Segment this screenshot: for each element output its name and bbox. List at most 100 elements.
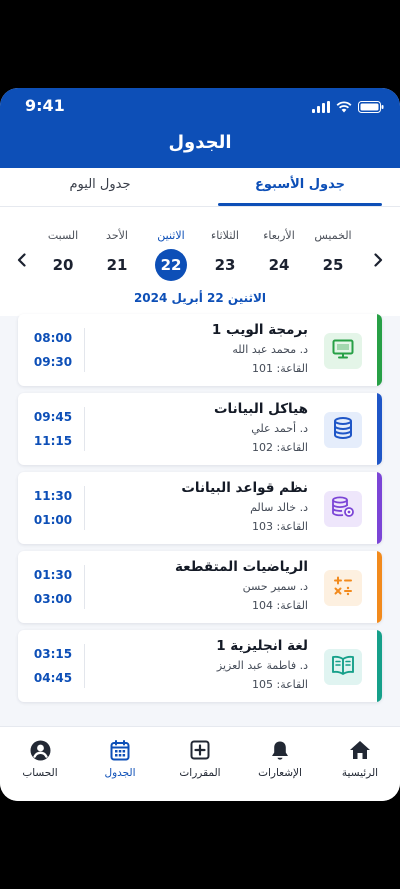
calculator-icon	[332, 575, 354, 601]
page-title: الجدول	[168, 132, 232, 153]
day-wednesday[interactable]: الأربعاء 24	[256, 229, 302, 277]
status-time: 9:41	[25, 96, 65, 115]
database-settings-icon	[331, 496, 355, 522]
teacher-name: د. خالد سالم	[250, 501, 308, 514]
bottom-nav: الرئيسية الإشعارات المقررات الجدول الحسا…	[0, 726, 400, 801]
calendar-icon	[82, 739, 158, 761]
app-screen: 9:41 الجدول جدول الأسبوع جدول اليوم الخم…	[0, 88, 400, 801]
nav-courses[interactable]: المقررات	[162, 727, 238, 801]
course-icon-box	[324, 412, 362, 448]
day-saturday[interactable]: السبت 20	[40, 229, 86, 277]
day-monday[interactable]: الاثنين 22	[148, 229, 194, 281]
course-name: هياكل البيانات	[213, 401, 308, 417]
day-number: 20	[52, 256, 74, 274]
class-card[interactable]: لغة انجليزية 1 د. فاطمة عبد العزيز القاع…	[18, 630, 382, 702]
book-icon	[331, 655, 355, 679]
class-info: الرياضيات المتقطعة د. سمير حسن القاعة: 1…	[108, 557, 308, 615]
nav-label: الرئيسية	[341, 767, 379, 779]
class-card[interactable]: نظم قواعد البيانات د. خالد سالم القاعة: …	[18, 472, 382, 544]
days-row: الخميس 25 الأربعاء 24 الثلاثاء 23 الاثني…	[40, 229, 356, 281]
bell-icon	[242, 739, 318, 761]
room-number: القاعة: 103	[252, 520, 308, 533]
start-time: 01:30	[33, 568, 73, 582]
teacher-name: د. محمد عبد الله	[232, 343, 308, 356]
divider	[84, 407, 85, 451]
tab-week-schedule[interactable]: جدول الأسبوع	[200, 168, 400, 206]
nav-account[interactable]: الحساب	[2, 727, 78, 801]
day-number: 24	[268, 256, 290, 274]
day-sunday[interactable]: الأحد 21	[94, 229, 140, 277]
day-number: 23	[214, 256, 236, 274]
chevron-right-icon	[373, 252, 383, 271]
tab-day-schedule[interactable]: جدول اليوم	[0, 168, 200, 206]
day-thursday[interactable]: الخميس 25	[310, 229, 356, 277]
class-card[interactable]: هياكل البيانات د. أحمد علي القاعة: 102 0…	[18, 393, 382, 465]
teacher-name: د. سمير حسن	[242, 580, 308, 593]
day-name: الأحد	[106, 229, 128, 242]
class-times: 03:15 04:45	[28, 642, 78, 690]
accent-bar	[377, 393, 382, 465]
plus-square-icon	[162, 739, 238, 761]
class-list: برمجة الويب 1 د. محمد عبد الله القاعة: 1…	[18, 314, 382, 709]
course-name: برمجة الويب 1	[211, 322, 308, 338]
signal-icon	[312, 98, 330, 117]
wifi-icon	[336, 98, 352, 117]
room-number: القاعة: 104	[252, 599, 308, 612]
class-times: 08:00 09:30	[28, 326, 78, 374]
status-icons	[312, 98, 384, 117]
end-time: 03:00	[33, 592, 73, 606]
day-name: الأربعاء	[263, 229, 295, 242]
course-icon-box	[324, 491, 362, 527]
week-strip: الخميس 25 الأربعاء 24 الثلاثاء 23 الاثني…	[0, 206, 400, 316]
course-icon-box	[324, 649, 362, 685]
day-number: 22	[155, 249, 187, 281]
end-time: 04:45	[33, 671, 73, 685]
class-info: برمجة الويب 1 د. محمد عبد الله القاعة: 1…	[108, 320, 308, 378]
class-times: 11:30 01:00	[28, 484, 78, 532]
divider	[84, 486, 85, 530]
class-info: نظم قواعد البيانات د. خالد سالم القاعة: …	[108, 478, 308, 536]
battery-icon	[358, 98, 384, 117]
accent-bar	[377, 472, 382, 544]
divider	[84, 328, 85, 372]
end-time: 09:30	[33, 355, 73, 369]
room-number: القاعة: 105	[252, 678, 308, 691]
class-card[interactable]: برمجة الويب 1 د. محمد عبد الله القاعة: 1…	[18, 314, 382, 386]
day-name: السبت	[47, 229, 79, 242]
start-time: 09:45	[33, 410, 73, 424]
next-week-button[interactable]	[368, 251, 388, 271]
teacher-name: د. فاطمة عبد العزيز	[216, 659, 308, 672]
course-name: لغة انجليزية 1	[216, 638, 308, 654]
nav-label: الحساب	[22, 767, 58, 779]
schedule-tabs: جدول الأسبوع جدول اليوم	[0, 168, 400, 206]
nav-notifications[interactable]: الإشعارات	[242, 727, 318, 801]
accent-bar	[377, 314, 382, 386]
room-number: القاعة: 102	[252, 441, 308, 454]
course-name: الرياضيات المتقطعة	[174, 559, 308, 575]
nav-home[interactable]: الرئيسية	[322, 727, 398, 801]
start-time: 11:30	[33, 489, 73, 503]
class-card[interactable]: الرياضيات المتقطعة د. سمير حسن القاعة: 1…	[18, 551, 382, 623]
chevron-left-icon	[17, 252, 27, 271]
teacher-name: د. أحمد علي	[251, 422, 308, 435]
course-icon-box	[324, 333, 362, 369]
course-icon-box	[324, 570, 362, 606]
day-name: الثلاثاء	[211, 229, 239, 242]
day-number: 25	[322, 256, 344, 274]
status-bar: 9:41	[0, 88, 400, 124]
accent-bar	[377, 630, 382, 702]
class-info: هياكل البيانات د. أحمد علي القاعة: 102	[108, 399, 308, 457]
header: 9:41 الجدول	[0, 88, 400, 168]
class-times: 01:30 03:00	[28, 563, 78, 611]
nav-label: المقررات	[179, 767, 221, 779]
home-icon	[322, 739, 398, 761]
end-time: 11:15	[33, 434, 73, 448]
previous-week-button[interactable]	[12, 251, 32, 271]
day-name: الاثنين	[157, 229, 185, 242]
day-tuesday[interactable]: الثلاثاء 23	[202, 229, 248, 277]
selected-date: الاثنين 22 أبريل 2024	[133, 291, 267, 305]
day-name: الخميس	[314, 229, 352, 242]
nav-schedule[interactable]: الجدول	[82, 727, 158, 801]
nav-label: الجدول	[104, 767, 136, 779]
user-icon	[2, 739, 78, 761]
